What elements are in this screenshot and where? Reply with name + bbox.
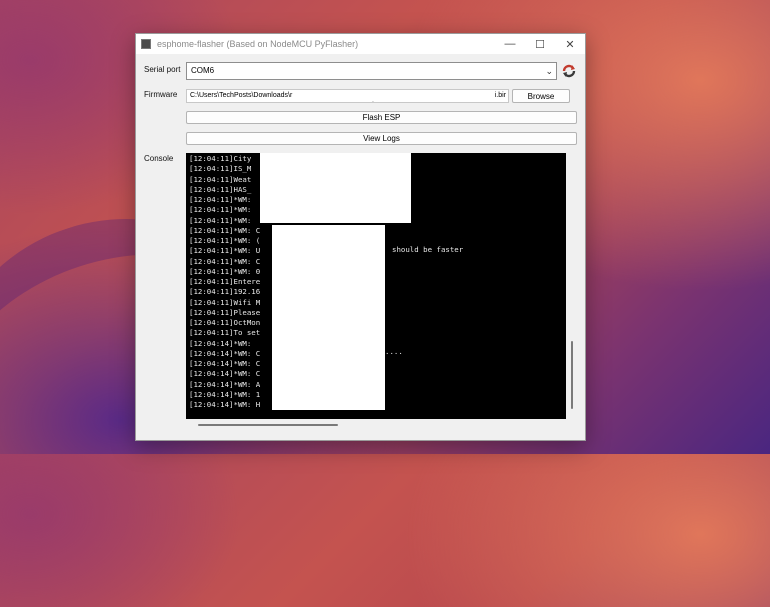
window-title: esphome-flasher (Based on NodeMCU PyFlas… (157, 39, 359, 49)
view-logs-button[interactable]: View Logs (186, 132, 577, 145)
console-line: [12:04:11]HAS_ (189, 184, 252, 194)
console-line: [12:04:11]*WM: C (189, 256, 261, 266)
console-fragment-ellipsis: .... (385, 347, 403, 356)
console-line: [12:04:14]*WM: 1 (189, 389, 261, 399)
close-button[interactable]: ✕ (555, 34, 585, 54)
app-window: esphome-flasher (Based on NodeMCU PyFlas… (135, 33, 586, 441)
console-log-lines: [12:04:11]City [12:04:11]IS_M [12:04:11]We… (189, 154, 260, 410)
refresh-ports-button[interactable] (560, 62, 578, 80)
redaction-block-bottom (272, 225, 385, 410)
console-line: [12:04:14]*WM: C (189, 359, 261, 368)
console-vertical-scrollbar[interactable] (567, 153, 577, 419)
console-line: [12:04:14]*WM: (189, 338, 252, 348)
console-line: [12:04:11]*WM: ( (189, 236, 261, 245)
console-line: [12:04:11]*WM: 0 (189, 266, 261, 276)
firmware-path-obscured: . _ _ (372, 97, 421, 103)
console-output[interactable]: [12:04:11]City [12:04:11]IS_M [12:04:11]We… (186, 153, 566, 419)
minimize-button[interactable]: — (495, 34, 525, 54)
console-line: [12:04:11]*WM: (189, 205, 252, 215)
console-line: [12:04:11]*WM: C (189, 225, 261, 235)
flash-esp-button[interactable]: Flash ESP (186, 111, 577, 124)
console-line: [12:04:11]192.16 (189, 287, 261, 297)
horizontal-scroll-thumb[interactable] (198, 424, 338, 426)
console-line: [12:04:11]*WM: U (189, 246, 261, 256)
title-bar[interactable]: esphome-flasher (Based on NodeMCU PyFlas… (136, 34, 585, 54)
console-line: [12:04:11]Wifi M (189, 297, 261, 307)
app-icon (141, 39, 151, 49)
firmware-path-input[interactable]: C:\Users\TechPosts\Downloads\r . _ _ i.b… (186, 89, 509, 103)
serial-port-label: Serial port (144, 65, 181, 74)
console-line: [12:04:14]*WM: C (189, 348, 261, 358)
console-fragment-faster: should be faster (392, 245, 464, 254)
console-line: [12:04:11]*WM: (189, 195, 252, 204)
console-line: [12:04:11]City (189, 154, 252, 163)
firmware-path-value: C:\Users\TechPosts\Downloads\r (190, 92, 293, 99)
console-line: [12:04:11]Please (189, 307, 261, 317)
console-line: [12:04:11]To set (189, 328, 261, 338)
chevron-down-icon[interactable]: ⌄ (545, 63, 553, 79)
redaction-block-top (260, 153, 411, 223)
serial-port-value: COM6 (191, 66, 215, 75)
browse-button[interactable]: Browse (512, 89, 570, 103)
vertical-scroll-thumb[interactable] (571, 341, 573, 409)
console-line: [12:04:14]*WM: C (189, 369, 261, 379)
serial-port-select[interactable]: COM6 ⌄ (186, 62, 557, 80)
console-horizontal-scrollbar[interactable] (186, 421, 566, 429)
refresh-icon (562, 64, 576, 78)
console-line: [12:04:14]*WM: A (189, 379, 261, 389)
console-label: Console (144, 154, 174, 163)
console-line: [12:04:11]Weat (189, 174, 252, 184)
console-line: [12:04:11]*WM: (189, 215, 252, 225)
firmware-path-suffix: i.bir (494, 92, 506, 99)
console-line: [12:04:11]OctMon (189, 318, 261, 327)
firmware-label: Firmware (144, 90, 178, 99)
maximize-button[interactable]: ☐ (525, 34, 555, 54)
console-line: [12:04:11]IS_M (189, 164, 252, 174)
console-line: [12:04:11]Entere (189, 277, 261, 286)
console-line: [12:04:14]*WM: H (189, 400, 261, 409)
